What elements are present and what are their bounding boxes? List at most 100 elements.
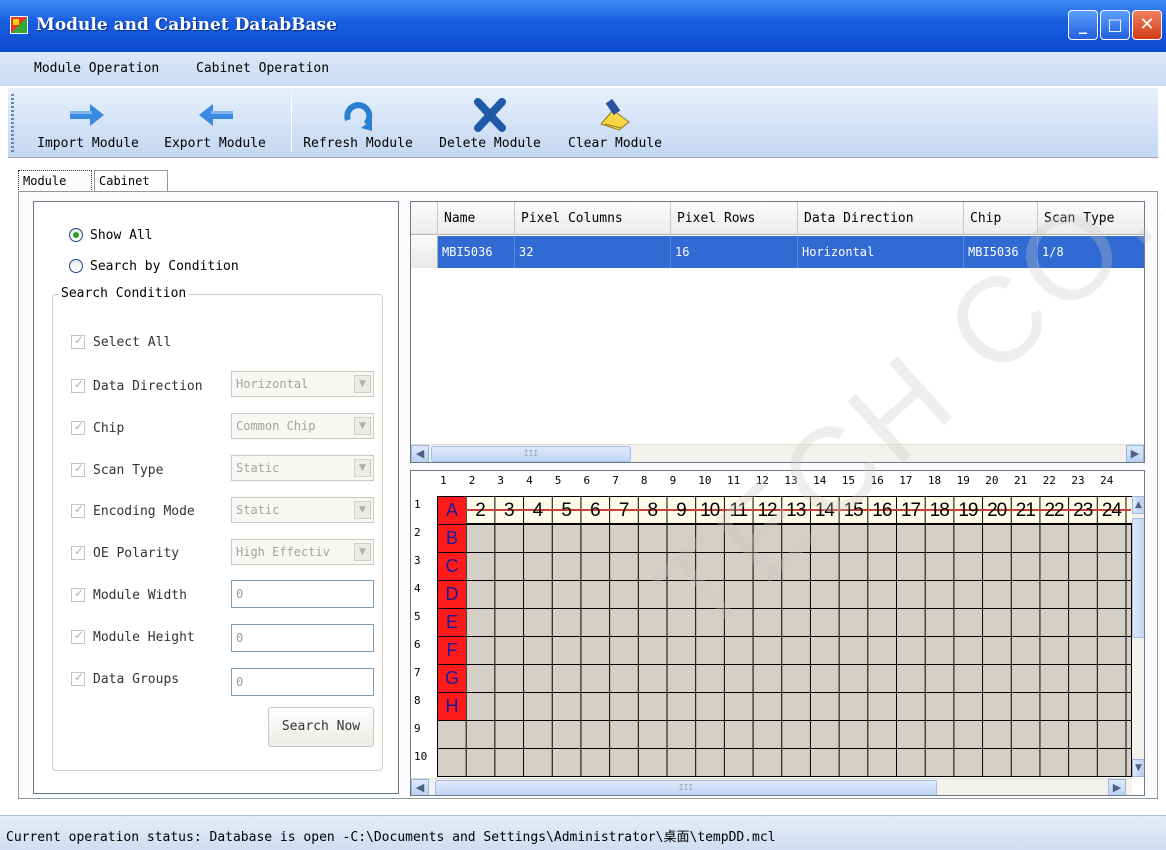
pixel-cells[interactable] bbox=[437, 496, 1132, 777]
pixel-cell[interactable]: 3 bbox=[494, 497, 523, 524]
pixel-cell[interactable]: 2 bbox=[466, 497, 495, 524]
table-cell[interactable]: 32 bbox=[515, 236, 671, 268]
pixel-cell[interactable]: 6 bbox=[581, 497, 610, 524]
chevron-down-icon[interactable]: ▼ bbox=[354, 375, 371, 393]
scroll-down-icon[interactable]: ▼ bbox=[1132, 759, 1144, 777]
table-cell[interactable]: 16 bbox=[671, 236, 798, 268]
pixel-cell[interactable]: B bbox=[438, 525, 466, 552]
menu-cabinet-operation[interactable]: Cabinet Operation bbox=[196, 61, 329, 76]
pixel-cell[interactable]: A bbox=[438, 497, 466, 524]
module-height-checkbox[interactable]: Module Height bbox=[71, 628, 195, 646]
search-now-button[interactable]: Search Now bbox=[268, 707, 374, 747]
search-by-condition-radio[interactable]: Search by Condition bbox=[69, 256, 239, 276]
scroll-thumb[interactable]: III bbox=[435, 780, 937, 795]
tab-module[interactable]: Module bbox=[18, 170, 92, 192]
pixel-cell[interactable]: 12 bbox=[753, 497, 782, 524]
pixel-cell[interactable]: 9 bbox=[667, 497, 696, 524]
horizontal-scrollbar[interactable]: ◀ III ▶ bbox=[411, 778, 1132, 795]
table-cell[interactable]: 1/8 bbox=[1038, 236, 1144, 268]
row-header[interactable] bbox=[411, 236, 438, 268]
scan-type-select[interactable]: Static ▼ bbox=[231, 455, 374, 481]
scroll-thumb[interactable]: III bbox=[431, 446, 631, 462]
column-header[interactable]: Chip bbox=[964, 202, 1038, 235]
refresh-module-button[interactable]: Refresh Module bbox=[296, 88, 420, 158]
pixel-cell[interactable]: H bbox=[438, 693, 466, 720]
pixel-cell[interactable]: 20 bbox=[982, 497, 1011, 524]
pixel-cell[interactable]: 10 bbox=[695, 497, 724, 524]
pixel-cell[interactable]: 13 bbox=[781, 497, 810, 524]
pixel-cell[interactable]: 19 bbox=[954, 497, 983, 524]
pixel-cell[interactable]: G bbox=[438, 665, 466, 692]
column-number: 24 bbox=[1100, 474, 1114, 487]
maximize-button[interactable]: □ bbox=[1100, 10, 1130, 40]
pixel-cell[interactable]: D bbox=[438, 581, 466, 608]
pixel-cell[interactable]: 5 bbox=[552, 497, 581, 524]
chip-label: Chip bbox=[93, 420, 125, 436]
pixel-cell[interactable]: 24 bbox=[1097, 497, 1126, 524]
data-direction-select[interactable]: Horizontal ▼ bbox=[231, 371, 374, 397]
select-all-checkbox[interactable]: Select All bbox=[71, 333, 171, 351]
chevron-down-icon[interactable]: ▼ bbox=[354, 459, 371, 477]
table-cell[interactable]: MBI5036 bbox=[964, 236, 1038, 268]
encoding-mode-checkbox[interactable]: Encoding Mode bbox=[71, 502, 195, 520]
column-header[interactable]: Data Direction bbox=[798, 202, 964, 235]
toolbar-grip[interactable] bbox=[11, 94, 14, 152]
scroll-right-icon[interactable]: ▶ bbox=[1108, 779, 1126, 795]
tab-cabinet[interactable]: Cabinet bbox=[94, 170, 168, 192]
vertical-scrollbar[interactable]: ▲ ▼ bbox=[1132, 496, 1144, 777]
pixel-cell[interactable]: 18 bbox=[925, 497, 954, 524]
table-cell[interactable]: MBI5036 bbox=[438, 236, 515, 268]
import-module-button[interactable]: Import Module bbox=[32, 88, 144, 158]
pixel-cell[interactable]: C bbox=[438, 553, 466, 580]
pixel-cell[interactable]: 11 bbox=[724, 497, 753, 524]
oe-polarity-checkbox[interactable]: OE Polarity bbox=[71, 544, 179, 562]
scroll-right-icon[interactable]: ▶ bbox=[1126, 445, 1144, 462]
pixel-cell[interactable]: F bbox=[438, 637, 466, 664]
pixel-cell[interactable]: 21 bbox=[1011, 497, 1040, 524]
menu-module-operation[interactable]: Module Operation bbox=[34, 61, 159, 76]
module-width-input[interactable]: 0 bbox=[231, 580, 374, 608]
data-groups-checkbox[interactable]: Data Groups bbox=[71, 670, 179, 688]
chip-checkbox[interactable]: Chip bbox=[71, 419, 124, 437]
table-corner[interactable] bbox=[411, 202, 438, 235]
module-width-checkbox[interactable]: Module Width bbox=[71, 586, 187, 604]
column-header[interactable]: Scan Type bbox=[1038, 202, 1144, 235]
data-direction-checkbox[interactable]: Data Direction bbox=[71, 377, 203, 395]
scroll-left-icon[interactable]: ◀ bbox=[411, 779, 429, 795]
column-header[interactable]: Pixel Rows bbox=[671, 202, 798, 235]
scroll-up-icon[interactable]: ▲ bbox=[1132, 496, 1144, 514]
minimize-button[interactable]: _ bbox=[1068, 10, 1098, 40]
column-header[interactable]: Pixel Columns bbox=[515, 202, 671, 235]
encoding-mode-select[interactable]: Static ▼ bbox=[231, 497, 374, 523]
chevron-down-icon[interactable]: ▼ bbox=[354, 501, 371, 519]
chevron-down-icon[interactable]: ▼ bbox=[354, 417, 371, 435]
pixel-cell[interactable]: E bbox=[438, 609, 466, 636]
scan-type-checkbox[interactable]: Scan Type bbox=[71, 461, 163, 479]
chevron-down-icon[interactable]: ▼ bbox=[354, 543, 371, 561]
table-row[interactable]: MBI5036 32 16 Horizontal MBI5036 1/8 bbox=[411, 236, 1144, 268]
column-header[interactable]: Name bbox=[438, 202, 515, 235]
pixel-cell[interactable]: 7 bbox=[609, 497, 638, 524]
close-button[interactable]: ✕ bbox=[1132, 10, 1162, 40]
pixel-cell[interactable]: 17 bbox=[896, 497, 925, 524]
show-all-radio[interactable]: Show All bbox=[69, 225, 153, 245]
pixel-cell[interactable]: 8 bbox=[638, 497, 667, 524]
pixel-cell[interactable]: 4 bbox=[523, 497, 552, 524]
pixel-cell[interactable]: 22 bbox=[1040, 497, 1069, 524]
row-number: 4 bbox=[414, 582, 421, 595]
export-module-button[interactable]: Export Module bbox=[156, 88, 274, 158]
pixel-cell[interactable]: 15 bbox=[839, 497, 868, 524]
chip-select[interactable]: Common Chip ▼ bbox=[231, 413, 374, 439]
horizontal-scrollbar[interactable]: ◀ III ▶ bbox=[411, 444, 1144, 462]
module-height-input[interactable]: 0 bbox=[231, 624, 374, 652]
scroll-thumb[interactable] bbox=[1132, 518, 1144, 638]
clear-module-button[interactable]: Clear Module bbox=[560, 88, 670, 158]
pixel-cell[interactable]: 16 bbox=[868, 497, 897, 524]
data-groups-input[interactable]: 0 bbox=[231, 668, 374, 696]
oe-polarity-select[interactable]: High Effectiv ▼ bbox=[231, 539, 374, 565]
pixel-cell[interactable]: 23 bbox=[1068, 497, 1097, 524]
table-cell[interactable]: Horizontal bbox=[798, 236, 964, 268]
delete-module-button[interactable]: Delete Module bbox=[432, 88, 548, 158]
scroll-left-icon[interactable]: ◀ bbox=[411, 445, 429, 462]
pixel-cell[interactable]: 14 bbox=[810, 497, 839, 524]
